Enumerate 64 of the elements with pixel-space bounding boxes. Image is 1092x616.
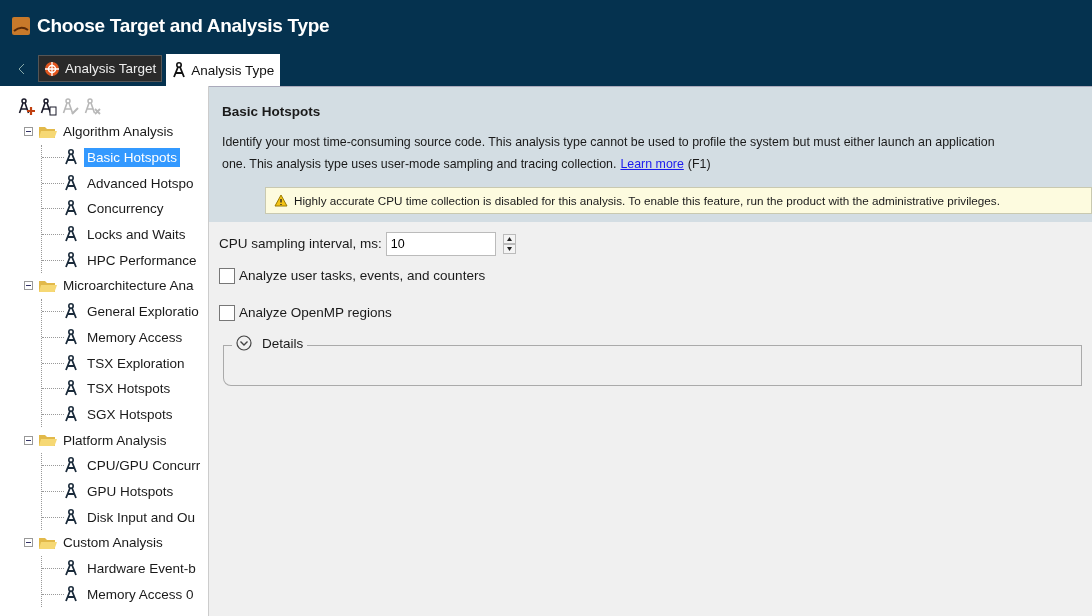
compass-icon [64,457,78,475]
compass-icon [64,200,78,218]
compass-icon [64,405,78,423]
copy-compass-icon[interactable] [40,98,58,116]
warning-text: Highly accurate CPU time collection is disabled for this analysis. To enable this feature, run the product with the administrative privileges. [294,194,1000,207]
description-text: Identify your most time-consuming source code. This analysis type cannot be used to profile the system but must either launch an application [222,134,996,151]
analysis-heading: Basic Hotspots [222,104,322,119]
collapse-icon[interactable] [24,127,36,137]
learn-more-link[interactable]: Learn more [620,153,684,175]
collapse-icon[interactable] [24,538,36,548]
tree-item[interactable]: CPU/GPU Concurr [84,456,204,476]
tree-item[interactable]: Custom Analysis [63,535,163,551]
app-icon [11,16,31,36]
tree-item[interactable]: Concurrency [84,199,167,219]
description-text: one. This analysis type uses user-mode sampling and tracing collection. [222,156,617,173]
tree-item[interactable]: Memory Access 0 [84,584,197,604]
tree-item[interactable]: TSX Exploration [84,353,188,373]
tree-item[interactable]: General Exploratio [84,302,202,322]
tree-item[interactable]: HPC Performance [84,250,200,270]
compass-icon [64,482,78,500]
tab[interactable]: Analysis Target [38,55,163,82]
tree-item[interactable]: Algorithm Analysis [63,124,174,140]
scroll-left-icon[interactable] [18,63,26,75]
tree-item[interactable]: Hardware Event-b [84,559,199,579]
tree-item[interactable]: Disk Input and Ou [84,507,199,527]
folder-icon [38,432,58,449]
compass-icon [64,585,78,603]
window-title: Choose Target and Analysis Type [37,15,330,37]
tree-item[interactable]: Locks and Waits [84,225,189,245]
checkbox-label: Analyze OpenMP regions [239,305,392,320]
shortcut-text: (F1) [687,156,711,173]
checkbox-label: Analyze user tasks, events, and counters [239,268,486,283]
compass-icon [64,328,78,346]
group-label: Details [262,335,304,351]
increment-icon[interactable] [502,233,516,244]
tree-item[interactable]: TSX Hotspots [84,379,174,399]
collapse-icon[interactable] [24,281,36,291]
collapse-icon[interactable] [24,435,36,445]
tree-item[interactable]: GPU Hotspots [84,481,177,501]
compass-icon [64,303,78,321]
decrement-icon[interactable] [502,243,516,254]
tree-item[interactable]: Memory Access [84,327,186,347]
compass-icon [64,226,78,244]
tree-item[interactable]: Advanced Hotspo [84,173,197,193]
tree-item[interactable]: Platform Analysis [63,432,167,448]
compass-icon [64,354,78,372]
compass-icon [64,508,78,526]
checkbox[interactable] [219,267,235,284]
compass-icon [64,560,78,578]
add-compass-icon[interactable] [18,98,36,116]
interval-field[interactable]: 10 [385,231,496,256]
compass-icon [64,174,78,192]
tree-item[interactable]: Microarchitecture Ana [63,278,194,294]
field-label: CPU sampling interval, ms: [219,236,382,251]
checkbox[interactable] [219,304,235,321]
compass-icon [64,149,78,167]
compass-icon [64,251,78,269]
expand-icon[interactable] [236,335,252,351]
target-icon [44,60,60,77]
tab[interactable]: Analysis Type [166,54,281,86]
compass-icon [172,61,187,79]
warning-icon [274,194,288,207]
compass-icon [64,380,78,398]
tree-item[interactable]: SGX Hotspots [84,404,176,424]
